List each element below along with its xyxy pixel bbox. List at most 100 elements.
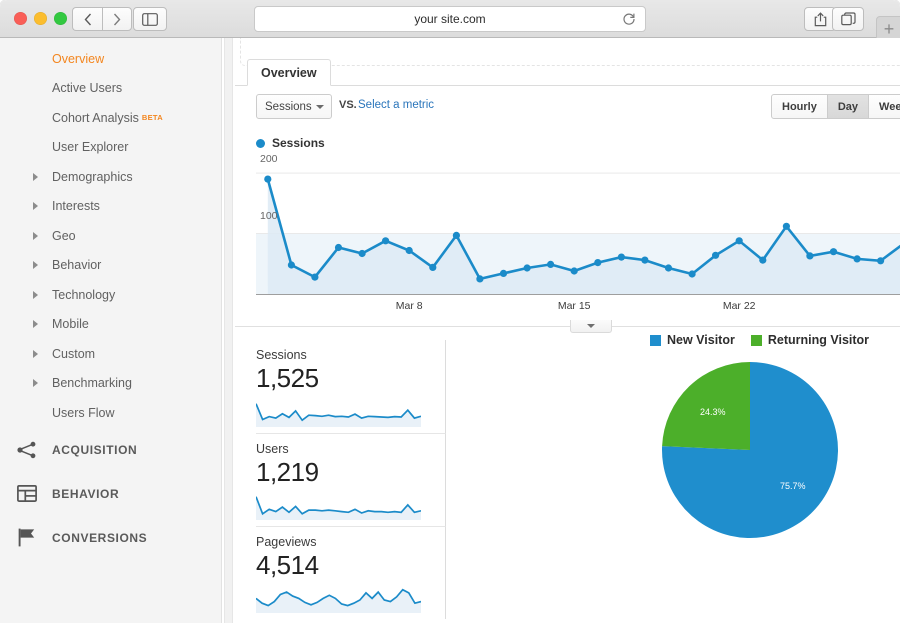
period-button-hourly[interactable]: Hourly (771, 94, 828, 119)
expand-caret-icon[interactable] (33, 379, 38, 388)
line-chart-point[interactable] (853, 255, 861, 263)
chart-collapse-handle[interactable] (570, 320, 612, 333)
tab-overview-label: Overview (261, 65, 317, 80)
new-tab-label: + (883, 19, 895, 39)
window-maximize-button[interactable] (54, 12, 67, 25)
window-minimize-button[interactable] (34, 12, 47, 25)
metric-select[interactable]: Sessions (256, 94, 332, 119)
sidebar-item-users-flow[interactable]: Users Flow (0, 398, 221, 428)
sidebar-item-label: Behavior (52, 258, 102, 273)
line-chart-point[interactable] (334, 243, 343, 252)
line-chart-point[interactable] (287, 261, 295, 269)
sidebar-item-mobile[interactable]: Mobile (0, 310, 221, 340)
window-close-button[interactable] (14, 12, 27, 25)
main-content: Overview Sessions VS. Select a metric Ho… (235, 38, 900, 623)
back-button[interactable] (72, 7, 102, 31)
sidebar-item-custom[interactable]: Custom (0, 339, 221, 369)
expand-caret-icon[interactable] (33, 172, 38, 181)
share-icon (814, 11, 826, 26)
line-chart-legend: Sessions (256, 136, 325, 150)
expand-caret-icon[interactable] (33, 202, 38, 211)
line-chart-point[interactable] (429, 263, 437, 271)
chevron-right-icon (113, 13, 121, 25)
line-chart-point[interactable] (358, 249, 366, 258)
line-chart-point[interactable] (641, 256, 649, 264)
metric-card-pageviews[interactable]: Pageviews 4,514 (256, 526, 446, 619)
sidebar-section-acquisition[interactable]: ACQUISITION (0, 428, 221, 472)
pie-slice-returning-visitor[interactable] (662, 362, 750, 450)
pie-label-new-visitor: 75.7% (780, 481, 806, 491)
url-text: your site.com (414, 12, 486, 26)
line-chart-point[interactable] (688, 270, 696, 278)
acquisition-icon (16, 439, 38, 461)
sidebar-item-geo[interactable]: Geo (0, 221, 221, 251)
sidebar-item-demographics[interactable]: Demographics (0, 162, 221, 192)
sidebar-item-overview[interactable]: Overview (0, 44, 221, 74)
x-axis-tick: Mar 15 (557, 300, 591, 312)
sidebar-item-interests[interactable]: Interests (0, 192, 221, 222)
sessions-line-chart[interactable]: 200 100 (256, 153, 900, 295)
line-chart-point[interactable] (877, 257, 885, 265)
address-bar[interactable]: your site.com (254, 6, 646, 32)
show-tabs-button[interactable] (832, 7, 864, 31)
reload-icon[interactable] (622, 12, 636, 29)
line-chart-point[interactable] (617, 253, 625, 261)
expand-caret-icon[interactable] (33, 349, 38, 358)
browser-window: your site.com + Overview Active Users Co… (0, 0, 900, 623)
metric-card-value: 1,525 (256, 363, 319, 393)
line-chart-point[interactable] (829, 248, 838, 256)
sidebar-item-label: Technology (52, 287, 116, 302)
sidebar-section-behavior[interactable]: BEHAVIOR (0, 472, 221, 516)
sidebar-item-user-explorer[interactable]: User Explorer (0, 133, 221, 163)
sidebar-section-label: ACQUISITION (52, 442, 138, 457)
line-chart-point[interactable] (570, 267, 578, 275)
line-chart-point[interactable] (405, 246, 413, 255)
browser-toolbar: your site.com + (0, 0, 900, 42)
line-chart-point[interactable] (547, 260, 555, 268)
line-chart-point[interactable] (523, 264, 531, 272)
sidebar-item-technology[interactable]: Technology (0, 280, 221, 310)
line-chart-point[interactable] (476, 275, 484, 283)
period-button-day[interactable]: Day (827, 94, 870, 119)
select-a-metric-link[interactable]: Select a metric (358, 99, 434, 111)
line-chart-point[interactable] (311, 273, 319, 281)
line-chart-point[interactable] (782, 222, 791, 230)
line-chart-point[interactable] (806, 252, 814, 260)
tab-strip: Overview (235, 59, 900, 86)
sidebar-item-cohort-analysis[interactable]: Cohort Analysis BETA (0, 103, 221, 133)
metric-card-label: Pageviews (256, 535, 317, 549)
line-chart-point[interactable] (664, 264, 673, 272)
line-chart-point[interactable] (594, 259, 602, 267)
expand-caret-icon[interactable] (33, 320, 38, 329)
sidebar-scrollbar[interactable] (224, 38, 233, 623)
line-chart-point[interactable] (452, 231, 460, 239)
metric-card-label: Sessions (256, 348, 307, 362)
expand-caret-icon[interactable] (33, 261, 38, 270)
visitor-pie-chart[interactable]: 75.7% 24.3% (660, 360, 840, 540)
line-chart-point[interactable] (382, 237, 390, 245)
line-chart-point[interactable] (735, 237, 743, 245)
line-chart-point[interactable] (712, 251, 720, 259)
sidebar-section-label: CONVERSIONS (52, 530, 148, 545)
sidebar-section-conversions[interactable]: CONVERSIONS (0, 516, 221, 560)
line-chart-point[interactable] (759, 256, 767, 264)
metric-card-sessions[interactable]: Sessions 1,525 (256, 340, 446, 433)
metric-card-users[interactable]: Users 1,219 (256, 433, 446, 526)
forward-button[interactable] (102, 7, 132, 31)
expand-caret-icon[interactable] (33, 290, 38, 299)
sidebar-item-behavior[interactable]: Behavior (0, 251, 221, 281)
sidebar-toggle-button[interactable] (133, 7, 167, 31)
beta-badge: BETA (141, 113, 163, 123)
metric-card-value: 4,514 (256, 550, 319, 580)
sidebar-section-label: BEHAVIOR (52, 486, 120, 501)
expand-caret-icon[interactable] (33, 231, 38, 240)
sidebar-item-benchmarking[interactable]: Benchmarking (0, 369, 221, 399)
line-chart-point[interactable] (264, 175, 272, 183)
tab-overview[interactable]: Overview (247, 59, 331, 86)
legend-label-returning-visitor: Returning Visitor (767, 333, 870, 347)
period-button-week[interactable]: Week (869, 94, 900, 119)
left-navigation: Overview Active Users Cohort Analysis BETA U… (0, 38, 222, 623)
line-chart-point[interactable] (499, 269, 508, 277)
pie-label-returning-visitor: 24.3% (700, 407, 726, 417)
sidebar-item-active-users[interactable]: Active Users (0, 74, 221, 104)
